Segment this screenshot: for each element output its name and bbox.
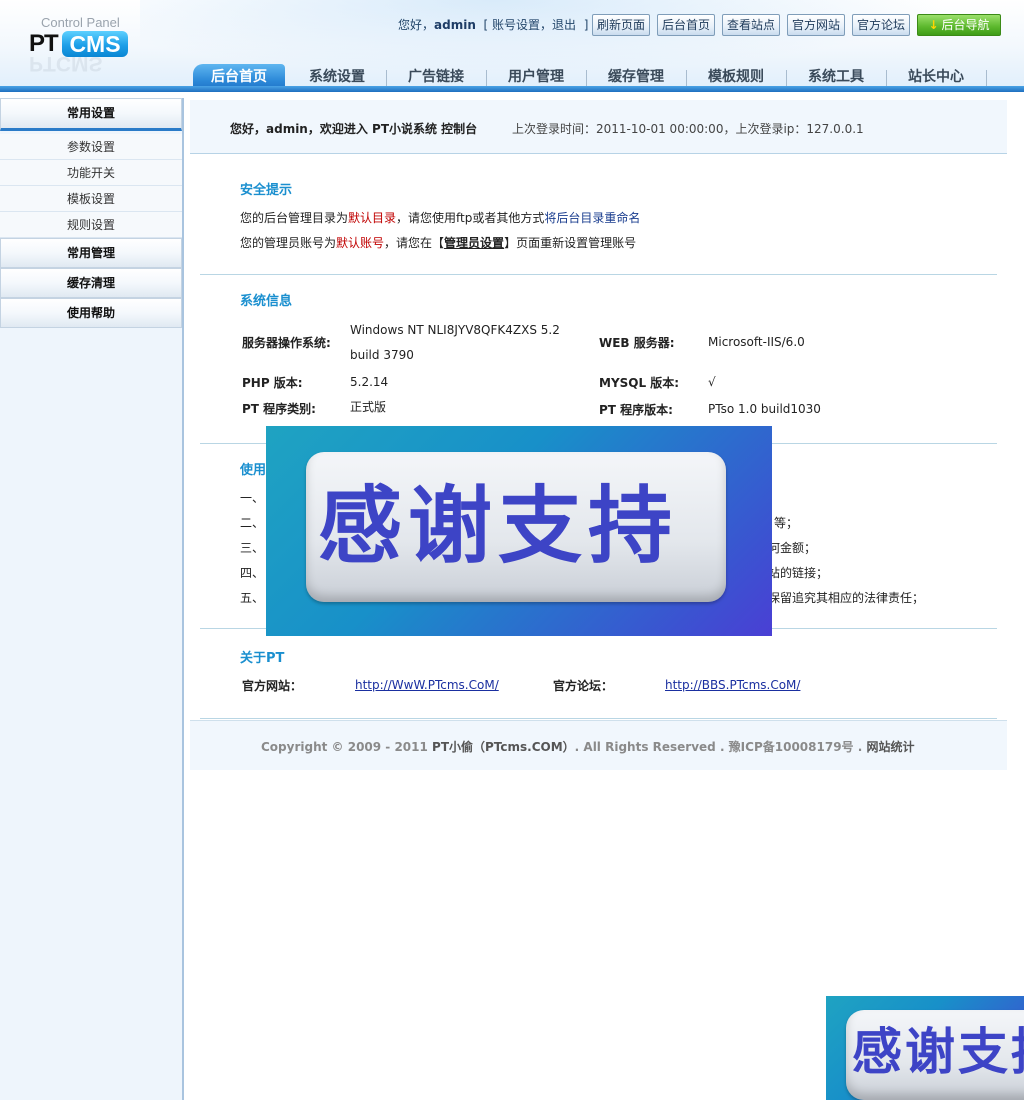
official-forum-button[interactable]: 官方论坛 — [852, 14, 910, 36]
floating-ad-banner-corner[interactable]: 感谢支持 — [826, 996, 1024, 1100]
tab-ad-links[interactable]: 广告链接 — [391, 64, 481, 92]
sidebar-item-parameters[interactable]: 参数设置 — [0, 134, 182, 160]
view-site-button[interactable]: 查看站点 — [722, 14, 780, 36]
php-label: PHP 版本: — [242, 376, 303, 390]
arrow-down-icon: ↓ — [928, 18, 939, 32]
usage-item-4: 四、 — [240, 566, 265, 580]
program-version-value: PTso 1.0 build1030 — [708, 402, 821, 416]
user-bar: 您好，admin [ 账号设置，退出 ] — [398, 18, 589, 32]
sysinfo-title: 系统信息 — [240, 294, 293, 309]
site-stats-link[interactable]: 网站统计 — [866, 740, 914, 754]
refresh-page-button[interactable]: 刷新页面 — [592, 14, 650, 36]
usage-item-2-tail: 等； — [774, 516, 799, 530]
security-line-2: 您的管理员账号为默认账号，请您在【管理员设置】页面重新设置管理账号 — [240, 236, 637, 250]
official-site-button[interactable]: 官方网站 — [787, 14, 845, 36]
program-type-value: 正式版 — [350, 400, 387, 414]
tab-separator — [686, 70, 687, 86]
sidebar-section-help[interactable]: 使用帮助 — [0, 298, 182, 328]
sidebar-section-common-management[interactable]: 常用管理 — [0, 238, 182, 268]
tab-separator — [486, 70, 487, 86]
greeting: 您好， — [398, 18, 435, 32]
os-label: 服务器操作系统: — [242, 336, 331, 350]
sidebar-item-feature-switches[interactable]: 功能开关 — [0, 160, 182, 186]
web-server-value: Microsoft-IIS/6.0 — [708, 335, 805, 349]
copyright: Copyright © 2009 - 2011 PT小偷（PTcms.COM）.… — [261, 740, 915, 754]
sidebar: 常用设置 参数设置 功能开关 模板设置 规则设置 常用管理 缓存清理 使用帮助 — [0, 98, 184, 1100]
welcome-bar: 您好，admin，欢迎进入 PT小说系统 控制台 上次登录时间：2011-10-… — [190, 100, 1007, 154]
tab-admin-home[interactable]: 后台首页 — [193, 64, 285, 92]
security-line-1: 您的后台管理目录为默认目录，请您使用ftp或者其他方式将后台目录重命名 — [240, 211, 641, 225]
sidebar-item-template-settings[interactable]: 模板设置 — [0, 186, 182, 212]
welcome-text: 您好，admin，欢迎进入 PT小说系统 控制台 — [230, 122, 478, 136]
username: admin — [434, 18, 476, 32]
logo-reflection: PTCMS — [29, 56, 103, 72]
usage-item-5-tail: 保留追究其相应的法律责任； — [768, 591, 925, 605]
ad-text: 感谢支持 — [318, 477, 679, 575]
program-type-label: PT 程序类别: — [242, 402, 316, 416]
usage-item-4-tail: 站的链接； — [768, 566, 829, 580]
usage-item-1: 一、 — [240, 491, 265, 505]
logout-link[interactable]: 退出 — [552, 18, 576, 32]
tab-separator — [786, 70, 787, 86]
admin-settings-link[interactable]: 管理员设置 — [444, 236, 504, 250]
usage-item-5: 五、 — [240, 591, 265, 605]
sidebar-section-cache-clear[interactable]: 缓存清理 — [0, 268, 182, 298]
security-title: 安全提示 — [240, 183, 293, 198]
admin-nav-button[interactable]: ↓ 后台导航 — [917, 14, 1001, 36]
admin-home-button[interactable]: 后台首页 — [657, 14, 715, 36]
tab-cache-management[interactable]: 缓存管理 — [591, 64, 681, 92]
admin-nav-label: 后台导航 — [941, 18, 990, 32]
divider — [200, 718, 997, 719]
rename-admin-dir-link[interactable]: 将后台目录重命名 — [544, 211, 640, 225]
tab-separator — [386, 70, 387, 86]
sidebar-item-rule-settings[interactable]: 规则设置 — [0, 212, 182, 238]
official-site-label: 官方网站： — [242, 679, 303, 693]
tab-system-settings[interactable]: 系统设置 — [292, 64, 382, 92]
official-site-link[interactable]: http://WwW.PTcms.CoM/ — [355, 678, 499, 692]
footer: Copyright © 2009 - 2011 PT小偷（PTcms.COM）.… — [190, 720, 1007, 770]
divider — [200, 274, 997, 275]
header: Control Panel PT CMS PTCMS 您好，admin [ 账号… — [0, 0, 1024, 92]
os-value: Windows NT NLI8JYV8QFK4ZXS 5.2 build 379… — [350, 323, 560, 362]
tab-user-management[interactable]: 用户管理 — [491, 64, 581, 92]
tab-system-tools[interactable]: 系统工具 — [791, 64, 881, 92]
about-title: 关于PT — [240, 651, 285, 666]
tab-webmaster-center[interactable]: 站长中心 — [891, 64, 981, 92]
sidebar-section-common-settings[interactable]: 常用设置 — [0, 98, 182, 131]
mysql-value: √ — [708, 375, 716, 389]
last-login-info: 上次登录时间：2011-10-01 00:00:00，上次登录ip：127.0.… — [512, 122, 864, 136]
usage-item-3: 三、 — [240, 541, 265, 555]
ad-text-partial: 感谢支持 — [852, 1023, 1024, 1081]
account-settings-link[interactable]: 账号设置 — [492, 18, 540, 32]
usage-item-2: 二、 — [240, 516, 265, 530]
tab-separator — [586, 70, 587, 86]
official-forum-link[interactable]: http://BBS.PTcms.CoM/ — [665, 678, 800, 692]
logo-pt: PT — [29, 30, 59, 57]
logo-cms: CMS — [62, 31, 128, 57]
tab-separator — [886, 70, 887, 86]
tab-separator — [986, 70, 987, 86]
usage-title: 使用 — [240, 463, 267, 478]
usage-item-3-tail: 何金额； — [768, 541, 817, 555]
floating-ad-banner[interactable]: 感谢支持 — [266, 426, 772, 636]
php-value: 5.2.14 — [350, 375, 389, 389]
tab-template-rules[interactable]: 模板规则 — [691, 64, 781, 92]
logo-subtitle: Control Panel — [41, 15, 120, 30]
program-version-label: PT 程序版本: — [599, 403, 673, 417]
web-server-label: WEB 服务器: — [599, 336, 675, 350]
official-forum-label: 官方论坛： — [553, 679, 614, 693]
mysql-label: MYSQL 版本: — [599, 376, 680, 390]
